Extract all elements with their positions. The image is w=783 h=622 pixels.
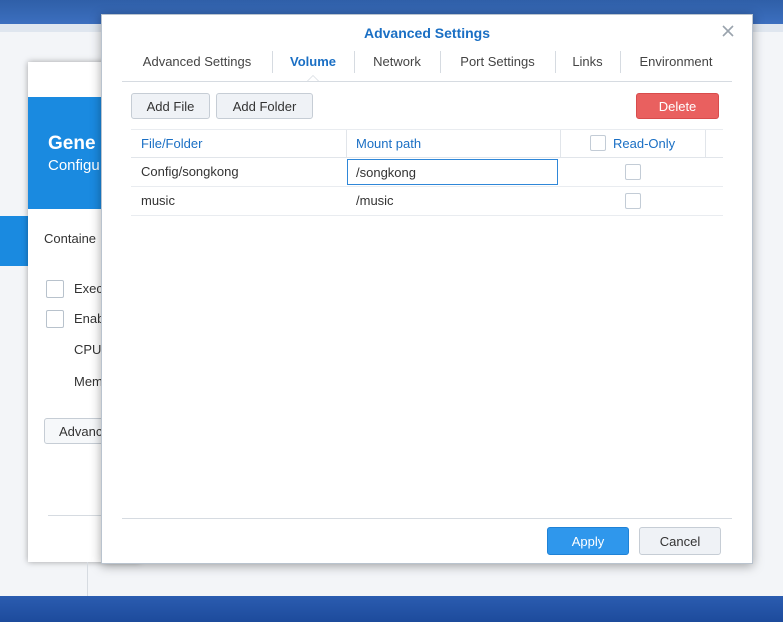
volume-table: File/Folder Mount path Read-Only Config/… bbox=[131, 129, 723, 216]
mount-path-cell: /music bbox=[356, 193, 394, 208]
footer-divider bbox=[122, 518, 732, 519]
tab-links[interactable]: Links bbox=[555, 49, 620, 81]
add-file-button[interactable]: Add File bbox=[131, 93, 210, 119]
advanced-settings-dialog: Advanced Settings Advanced Settings Volu… bbox=[101, 14, 753, 564]
table-row[interactable]: music /music bbox=[131, 187, 723, 216]
file-folder-cell: Config/songkong bbox=[141, 164, 239, 179]
background-window-header: Gene Configu bbox=[28, 97, 108, 209]
mount-path-input[interactable] bbox=[347, 159, 558, 185]
sidebar-selection bbox=[0, 216, 28, 266]
execute-label: Exec bbox=[74, 281, 103, 296]
background-vline bbox=[87, 562, 88, 596]
cancel-button[interactable]: Cancel bbox=[639, 527, 721, 555]
file-folder-cell: music bbox=[141, 193, 175, 208]
column-header-read-only[interactable]: Read-Only bbox=[603, 130, 703, 157]
background-window-subtitle: Configu bbox=[48, 157, 100, 174]
close-icon[interactable] bbox=[720, 23, 736, 39]
enable-label: Enab bbox=[74, 311, 105, 326]
delete-button[interactable]: Delete bbox=[636, 93, 719, 119]
active-tab-pointer-inner bbox=[308, 76, 318, 81]
tab-bar: Advanced Settings Volume Network Port Se… bbox=[122, 49, 732, 82]
enable-checkbox[interactable] bbox=[46, 310, 64, 328]
background-divider bbox=[48, 515, 108, 516]
execute-checkbox[interactable] bbox=[46, 280, 64, 298]
cpu-label: CPU bbox=[74, 342, 102, 357]
column-separator bbox=[560, 130, 561, 157]
tab-advanced-settings[interactable]: Advanced Settings bbox=[122, 49, 272, 81]
table-row[interactable]: Config/songkong bbox=[131, 158, 723, 187]
table-header: File/Folder Mount path Read-Only bbox=[131, 129, 723, 158]
memory-label: Mem bbox=[74, 374, 103, 389]
add-folder-button[interactable]: Add Folder bbox=[216, 93, 313, 119]
apply-button[interactable]: Apply bbox=[547, 527, 629, 555]
read-only-checkbox[interactable] bbox=[625, 193, 641, 209]
container-label: Containe bbox=[44, 231, 97, 246]
dialog-title: Advanced Settings bbox=[363, 25, 491, 41]
column-header-mount-path[interactable]: Mount path bbox=[346, 130, 560, 157]
tab-network[interactable]: Network bbox=[354, 49, 440, 81]
read-only-checkbox[interactable] bbox=[625, 164, 641, 180]
taskbar bbox=[0, 596, 783, 622]
background-window-title: Gene bbox=[48, 133, 96, 154]
tab-environment[interactable]: Environment bbox=[620, 49, 732, 81]
tab-port-settings[interactable]: Port Settings bbox=[440, 49, 555, 81]
column-separator bbox=[705, 130, 706, 157]
column-header-file-folder[interactable]: File/Folder bbox=[131, 130, 346, 157]
